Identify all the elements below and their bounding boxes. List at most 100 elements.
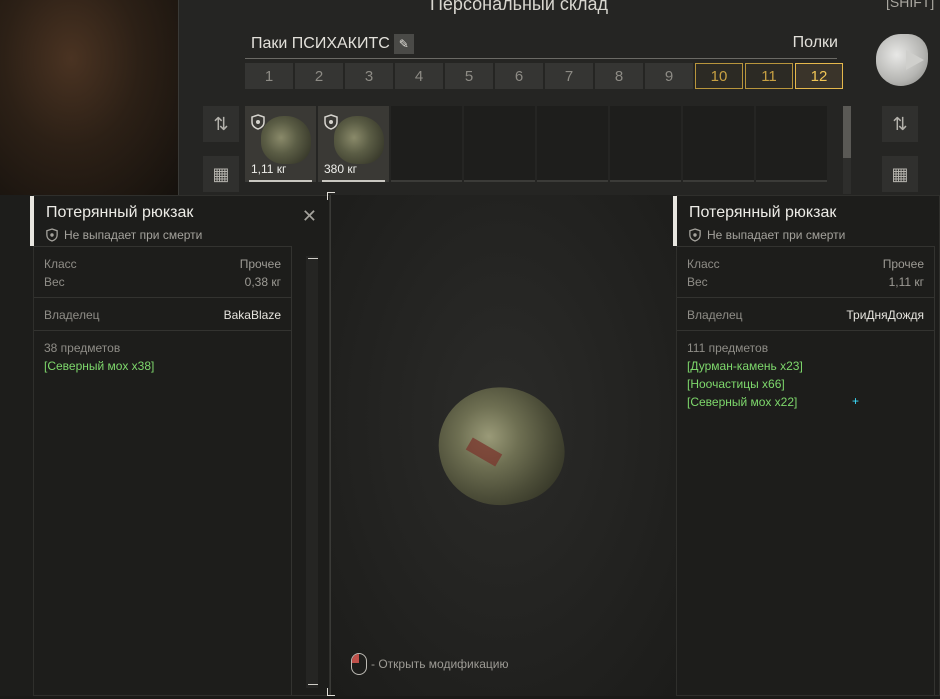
card-accent	[673, 196, 677, 246]
owner-section: Владелец BakaBlaze	[34, 298, 291, 331]
personal-warehouse-panel: Персональный склад Паки ПСИХАКИТС ✎ Полк…	[178, 0, 858, 196]
owner-value: BakaBlaze	[223, 308, 281, 322]
warehouse-title: Персональный склад	[429, 0, 609, 14]
item-title: Потерянный рюкзак	[689, 204, 837, 221]
warehouse-scrollbar[interactable]	[843, 106, 851, 194]
storage-slot-empty[interactable]	[537, 106, 608, 182]
scroll-top-mark	[308, 258, 318, 259]
item-3d-viewer[interactable]: - Открыть модификацию	[330, 195, 676, 696]
list-item: [Северный мох x22]	[687, 395, 798, 409]
storage-slot-empty[interactable]	[610, 106, 681, 182]
shelf-tab-5[interactable]: 5	[445, 63, 493, 89]
shelf-tab-3[interactable]: 3	[345, 63, 393, 89]
viewer-corner-bottom	[327, 688, 335, 696]
class-label: Класс	[687, 257, 720, 271]
shelves-label: Полки	[792, 34, 838, 51]
shelf-tab-11[interactable]: 11	[745, 63, 793, 89]
class-value: Прочее	[239, 257, 281, 271]
weight-row: Вес 1,11 кг	[677, 273, 934, 291]
modification-hint: - Открыть модификацию	[351, 653, 509, 675]
item-title: Потерянный рюкзак	[46, 204, 194, 221]
item-subtitle: Не выпадает при смерти	[46, 228, 202, 242]
shelf-tab-12[interactable]: 12	[795, 63, 843, 89]
shelf-tab-6[interactable]: 6	[495, 63, 543, 89]
sort-icon[interactable]: ⇅	[203, 106, 239, 142]
grid-view-icon[interactable]: ▦	[882, 156, 918, 192]
pack-name-underline	[245, 58, 837, 59]
weight-value: 0,38 кг	[244, 275, 281, 289]
storage-slot-empty[interactable]	[756, 106, 827, 182]
owner-row: Владелец BakaBlaze	[34, 306, 291, 324]
card-body: Класс Прочее Вес 0,38 кг Владелец BakaBlaze…	[34, 246, 292, 695]
edit-pencil-icon[interactable]: ✎	[393, 34, 414, 54]
shelf-tab-2[interactable]: 2	[295, 63, 343, 89]
slot-underbar	[322, 180, 385, 182]
shelf-tabs: 1 2 3 4 5 6 7 8 9 10 11 12	[245, 63, 843, 89]
backpack-thumbnail	[261, 116, 311, 164]
no-drop-label: Не выпадает при смерти	[64, 228, 203, 242]
items-count: 111 предметов	[687, 341, 769, 355]
right-storage-panel: [SHIFT] ⇅ ▦	[858, 0, 940, 196]
shield-icon	[46, 228, 58, 242]
shelf-tab-1[interactable]: 1	[245, 63, 293, 89]
backpack-thumbnail	[334, 116, 384, 164]
class-row: Класс Прочее	[677, 255, 934, 273]
pack-name-label: Паки ПСИХАКИТС	[251, 35, 390, 52]
contents-section: 38 предметов [Северный мох x38]	[34, 331, 291, 375]
class-label: Класс	[44, 257, 77, 271]
card-accent	[30, 196, 34, 246]
weight-value: 1,11 кг	[888, 275, 924, 289]
owner-value: ТриДняДождя	[846, 308, 924, 322]
left-strip	[0, 195, 33, 696]
owner-row: Владелец ТриДняДождя	[677, 306, 934, 324]
owner-section: Владелец ТриДняДождя	[677, 298, 934, 331]
shelf-tab-7[interactable]: 7	[545, 63, 593, 89]
shelf-tab-10[interactable]: 10	[695, 63, 743, 89]
modification-hint-text: - Открыть модификацию	[371, 657, 509, 671]
shelf-tab-4[interactable]: 4	[395, 63, 443, 89]
item-subtitle: Не выпадает при смерти	[689, 228, 845, 242]
scrollbar-thumb[interactable]	[843, 106, 851, 158]
card-body: Класс Прочее Вес 1,11 кг Владелец ТриДняДож…	[677, 246, 935, 695]
list-item: [Ноочастицы x66]	[687, 377, 785, 391]
shelf-tab-8[interactable]: 8	[595, 63, 643, 89]
storage-slot[interactable]: 1,11 кг	[245, 106, 316, 182]
weight-label: Вес	[44, 275, 65, 289]
close-icon[interactable]: ✕	[302, 206, 317, 227]
list-item: [Северный мох x38]	[44, 359, 155, 373]
storage-slot-empty[interactable]	[464, 106, 535, 182]
sort-icon[interactable]: ⇅	[882, 106, 918, 142]
shelf-tab-9[interactable]: 9	[645, 63, 693, 89]
scroll-bottom-mark	[308, 684, 318, 685]
card-header: Потерянный рюкзак Не выпадает при смерти	[689, 204, 845, 242]
owner-label: Владелец	[44, 308, 100, 322]
owner-label: Владелец	[687, 308, 743, 322]
slot-weight: 1,11 кг	[251, 162, 287, 176]
stats-section: Класс Прочее Вес 0,38 кг	[34, 247, 291, 298]
slot-underbar	[249, 180, 312, 182]
weight-label: Вес	[687, 275, 708, 289]
pack-name: Паки ПСИХАКИТС ✎	[251, 34, 414, 54]
storage-slot-empty[interactable]	[683, 106, 754, 182]
backpack-model	[428, 375, 574, 517]
viewer-corner-top	[327, 192, 335, 200]
shift-hint: [SHIFT]	[886, 0, 935, 10]
item-tooltip-left: Потерянный рюкзак Не выпадает при смерти…	[30, 195, 330, 696]
grid-view-icon[interactable]: ▦	[203, 156, 239, 192]
storage-slot[interactable]: 380 кг	[318, 106, 389, 182]
shield-icon	[689, 228, 701, 242]
items-count: 38 предметов	[44, 341, 121, 355]
background-scene	[0, 0, 178, 196]
mouse-icon	[351, 653, 367, 675]
class-value: Прочее	[882, 257, 924, 271]
storage-slot-empty[interactable]	[391, 106, 462, 182]
card-scrollbar[interactable]	[306, 256, 318, 688]
contents-section: 111 предметов [Дурман-камень x23] [Нооча…	[677, 331, 934, 411]
crosshair-cursor-icon: +	[852, 394, 860, 408]
class-row: Класс Прочее	[34, 255, 291, 273]
list-item: [Дурман-камень x23]	[687, 359, 803, 373]
stats-section: Класс Прочее Вес 1,11 кг	[677, 247, 934, 298]
no-drop-label: Не выпадает при смерти	[707, 228, 846, 242]
storage-slots: 1,11 кг 380 кг	[245, 106, 827, 182]
weight-row: Вес 0,38 кг	[34, 273, 291, 291]
